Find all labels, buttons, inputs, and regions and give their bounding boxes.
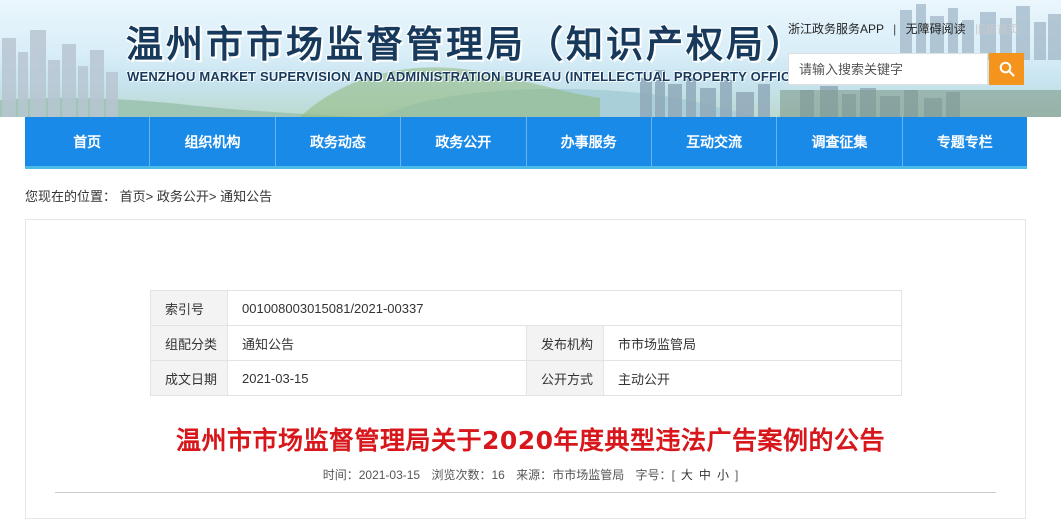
font-size-large[interactable]: 大 <box>681 468 693 482</box>
site-banner: 温州市市场监督管理局（知识产权局） WENZHOU MARKET SUPERVI… <box>0 0 1061 117</box>
nav-accent-strip <box>25 166 1027 169</box>
search-button[interactable] <box>989 53 1024 85</box>
date-value: 2021-03-15 <box>227 360 527 396</box>
source-meta: 来源：市市场监管局 <box>516 468 624 482</box>
category-value: 通知公告 <box>227 325 527 361</box>
breadcrumb-separator: > <box>145 189 154 204</box>
main-nav: 首页 组织机构 政务动态 政务公开 办事服务 互动交流 调查征集 专题专栏 <box>25 117 1027 166</box>
article-meta: 时间：2021-03-15 浏览次数：16 来源：市市场监管局 字号：[ 大中小] <box>0 466 1061 483</box>
nav-item-news[interactable]: 政务动态 <box>276 117 402 166</box>
breadcrumb-home[interactable]: 首页 <box>120 189 146 204</box>
document-info-table: 索引号 001008003015081/2021-00337 组配分类 通知公告… <box>150 290 902 396</box>
top-links: 浙江政务服务APP | 无障碍阅读 旧版首页 <box>788 20 1019 37</box>
table-row: 索引号 001008003015081/2021-00337 <box>150 290 902 326</box>
search-input[interactable] <box>789 54 979 84</box>
nav-item-organization[interactable]: 组织机构 <box>150 117 276 166</box>
old-version-link[interactable]: 旧版首页 <box>975 24 1019 36</box>
nav-item-topics[interactable]: 专题专栏 <box>903 117 1027 166</box>
zhejiang-app-link[interactable]: 浙江政务服务APP <box>788 22 884 36</box>
font-size-bracket-open: [ <box>671 468 675 482</box>
views-label: 浏览次数： <box>431 468 492 482</box>
index-label: 索引号 <box>150 290 228 326</box>
table-row: 成文日期 2021-03-15 公开方式 主动公开 <box>150 360 902 396</box>
category-label: 组配分类 <box>150 325 228 361</box>
table-row: 组配分类 通知公告 发布机构 市市场监管局 <box>150 325 902 361</box>
source-label: 来源： <box>516 468 553 482</box>
font-size-small[interactable]: 小 <box>717 468 729 482</box>
time-label: 时间： <box>322 468 359 482</box>
disclosure-label: 公开方式 <box>526 360 604 396</box>
time-value: 2021-03-15 <box>358 468 421 482</box>
index-value: 001008003015081/2021-00337 <box>227 290 902 326</box>
search-box <box>788 53 988 85</box>
search-icon <box>999 61 1014 77</box>
content-divider <box>55 492 996 493</box>
breadcrumb: 您现在的位置： 首页> 政务公开> 通知公告 <box>25 186 272 205</box>
time-meta: 时间：2021-03-15 <box>323 468 420 482</box>
nav-item-interaction[interactable]: 互动交流 <box>652 117 778 166</box>
site-subtitle: WENZHOU MARKET SUPERVISION AND ADMINISTR… <box>127 69 804 84</box>
publisher-label: 发布机构 <box>526 325 604 361</box>
breadcrumb-separator: > <box>208 189 217 204</box>
breadcrumb-disclosure[interactable]: 政务公开 <box>157 189 209 204</box>
disclosure-value: 主动公开 <box>603 360 902 396</box>
views-value: 16 <box>491 468 505 482</box>
font-size-medium[interactable]: 中 <box>699 468 711 482</box>
nav-item-disclosure[interactable]: 政务公开 <box>401 117 527 166</box>
font-size-label: 字号： <box>635 468 672 482</box>
font-size-bracket-close: ] <box>734 468 739 482</box>
top-links-separator: | <box>893 22 897 36</box>
views-meta: 浏览次数：16 <box>431 468 504 482</box>
publisher-value: 市市场监管局 <box>603 325 902 361</box>
breadcrumb-notices[interactable]: 通知公告 <box>220 189 272 204</box>
accessibility-link[interactable]: 无障碍阅读 <box>906 22 966 36</box>
article-title: 温州市市场监督管理局关于2020年度典型违法广告案例的公告 <box>175 426 886 455</box>
date-label: 成文日期 <box>150 360 228 396</box>
font-size-meta: 字号：[ 大中小] <box>636 468 739 482</box>
breadcrumb-prefix: 您现在的位置： <box>25 189 117 204</box>
nav-item-services[interactable]: 办事服务 <box>527 117 652 166</box>
nav-item-survey[interactable]: 调查征集 <box>777 117 903 166</box>
nav-item-home[interactable]: 首页 <box>25 117 151 166</box>
source-value: 市市场监管局 <box>552 468 625 482</box>
site-title: 温州市市场监督管理局（知识产权局） <box>126 22 806 66</box>
